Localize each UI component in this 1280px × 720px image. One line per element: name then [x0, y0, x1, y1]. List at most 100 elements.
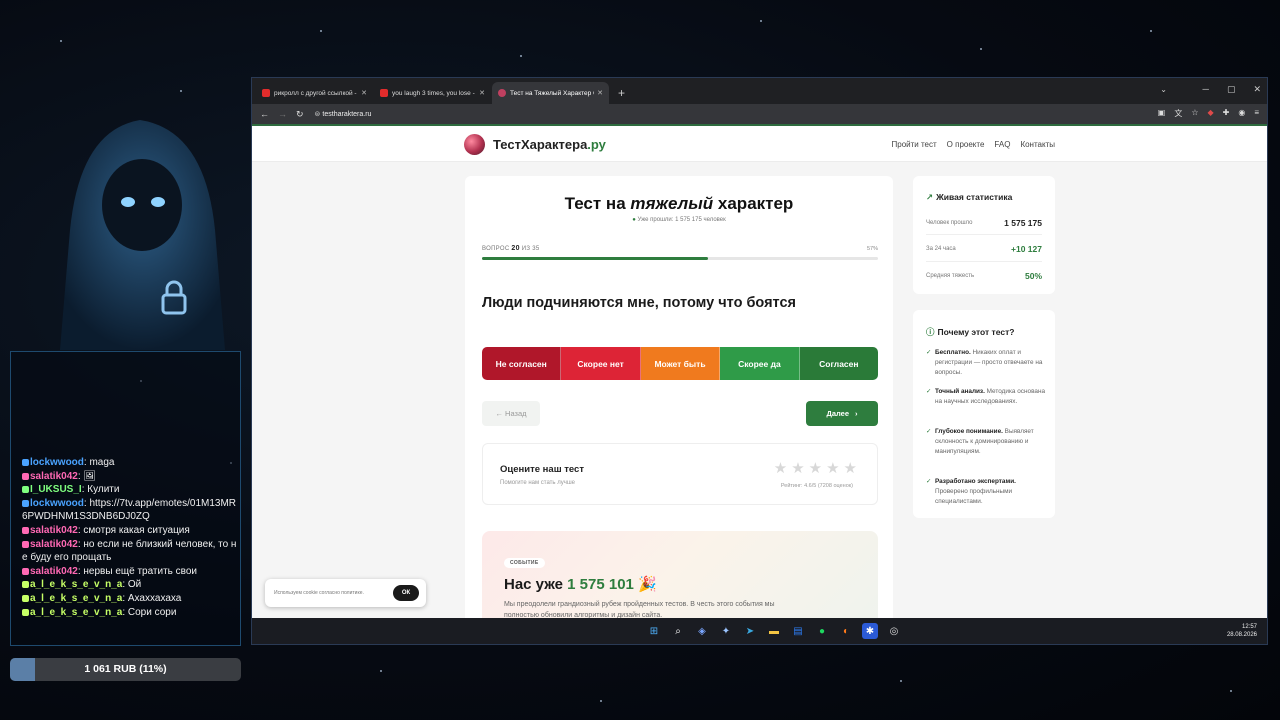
youtube-favicon-icon [380, 89, 388, 97]
logo-text: ТестХарактера.ру [493, 137, 606, 152]
tab-title: рикролл с другой ссылкой - Yo [274, 89, 359, 97]
star-icon[interactable]: ★ [791, 459, 804, 477]
tab-title: Тест на Тяжелый Характер Он [510, 89, 595, 97]
close-tab-icon[interactable]: ✕ [597, 89, 603, 97]
forward-arrow-icon[interactable]: → [278, 109, 287, 119]
chat-message: salatik042: 🖼 [22, 470, 237, 484]
cookie-ok-button[interactable]: ОК [393, 585, 419, 601]
browser-tab-2[interactable]: you laugh 3 times, you lose - Yo ✕ [374, 82, 491, 104]
answer-scale: Не согласен Скорее нет Может быть Скорее… [482, 347, 878, 380]
star-icon[interactable]: ★ [774, 459, 787, 477]
taskbar: ⊞ ⌕ ◈ ✦ ➤ ▬ ▤ ● ◐ ✱ ◎ 12:57 28.08.2026 [252, 618, 1267, 644]
app-icon[interactable]: ◈ [694, 623, 710, 639]
firefox-icon[interactable]: ◐ [838, 623, 854, 639]
chat-nick: salatik042 [30, 538, 78, 550]
why-title: ⓘ Почему этот тест? [926, 327, 1015, 337]
app-icon[interactable]: ✦ [718, 623, 734, 639]
chat-badge-icon [22, 499, 29, 507]
chat-messages: lockwwood: maga salatik042: 🖼 I_UKSUS_I: К… [22, 456, 237, 619]
new-tab-button[interactable]: + [610, 86, 633, 104]
address-bar: ← → ↻ ⊜ testharaktera.ru ▣ 文 ☆ ◆ ✚ ◉ ≡ [252, 104, 1267, 124]
chat-nick: I_UKSUS_I [30, 484, 82, 496]
reload-icon[interactable]: ↻ [296, 109, 304, 120]
browser-icon[interactable]: ◎ [886, 623, 902, 639]
chevron-right-icon: › [855, 409, 858, 418]
site-nav: Пройти тест О проекте FAQ Контакты [892, 140, 1056, 149]
screen-icon[interactable]: ▣ [1158, 108, 1166, 119]
chat-badge-icon [22, 608, 29, 616]
minimize-icon[interactable]: ─ [1203, 84, 1209, 95]
passed-counter: ● Уже прошли: 1 575 175 человек [632, 217, 726, 223]
tab-title: you laugh 3 times, you lose - Yo [392, 89, 477, 97]
chat-message: lockwwood: maga [22, 456, 237, 470]
answer-rather-no-button[interactable]: Скорее нет [561, 347, 641, 380]
why-item: ✓ Глубокое понимание. Выявляет склонность… [926, 428, 1034, 456]
info-icon: ⓘ [926, 327, 935, 337]
progress-bar [482, 257, 878, 260]
menu-icon[interactable]: ≡ [1254, 108, 1259, 119]
folder-icon[interactable]: ▬ [766, 623, 782, 639]
maximize-icon[interactable]: ▢ [1227, 84, 1236, 95]
chat-message: a_l_e_k_s_e_v_n_a: Ахаххахаха [22, 592, 237, 606]
chat-badge-icon [22, 540, 29, 548]
browser-toolbar-icons: ▣ 文 ☆ ◆ ✚ ◉ ≡ [1158, 108, 1259, 119]
chat-nick: a_l_e_k_s_e_v_n_a [30, 579, 123, 591]
taskbar-icons: ⊞ ⌕ ◈ ✦ ➤ ▬ ▤ ● ◐ ✱ ◎ [646, 623, 902, 639]
close-tab-icon[interactable]: ✕ [479, 89, 485, 97]
progress-percent: 57% [866, 246, 878, 252]
star-icon[interactable]: ★ [844, 459, 857, 477]
answer-rather-yes-button[interactable]: Скорее да [720, 347, 800, 380]
spotify-icon[interactable]: ● [814, 623, 830, 639]
answer-agree-button[interactable]: Согласен [799, 347, 878, 380]
extension-icon[interactable]: ◆ [1207, 108, 1213, 119]
next-button[interactable]: Далее › [806, 401, 878, 426]
quiz-card: Тест на тяжелый характер ● Уже прошли: 1… [465, 176, 893, 620]
chat-badge-icon [22, 581, 29, 589]
bookmark-star-icon[interactable]: ☆ [1191, 108, 1198, 119]
profile-icon[interactable]: ◉ [1238, 108, 1245, 119]
rating-stars: ★ ★ ★ ★ ★ [774, 459, 857, 477]
check-icon: ✓ [926, 349, 932, 356]
close-window-icon[interactable]: ✕ [1253, 84, 1261, 95]
star-icon[interactable]: ★ [809, 459, 822, 477]
donation-goal-text: 1 061 RUB (11%) [84, 663, 167, 675]
app-icon[interactable]: ✱ [862, 623, 878, 639]
translate-icon[interactable]: 文 [1174, 108, 1182, 119]
url-field[interactable]: testharaktera.ru [322, 111, 371, 118]
rating-title: Оцените наш тест [500, 464, 584, 475]
rating-subtitle: Помогите нам стать лучше [500, 480, 575, 486]
chat-badge-icon [22, 594, 29, 602]
browser-tab-1[interactable]: рикролл с другой ссылкой - Yo ✕ [256, 82, 373, 104]
nav-link-take-test[interactable]: Пройти тест [892, 140, 937, 149]
app-icon[interactable]: ▤ [790, 623, 806, 639]
chat-message: lockwwood: https://7tv.app/emotes/01M13M… [22, 497, 237, 523]
chat-badge-icon [22, 486, 29, 494]
party-icon: 🎉 [638, 576, 657, 593]
event-banner: СОБЫТИЕ Нас уже 1 575 101 🎉 Мы преодолел… [482, 531, 878, 620]
nav-link-contacts[interactable]: Контакты [1020, 140, 1055, 149]
search-icon[interactable]: ⌕ [670, 623, 686, 639]
windows-start-icon[interactable]: ⊞ [646, 623, 662, 639]
chat-message: salatik042: смотря какая ситуация [22, 524, 237, 538]
chat-text: смотря какая ситуация [83, 524, 190, 536]
streamer-avatar-art [60, 120, 225, 350]
telegram-icon[interactable]: ➤ [742, 623, 758, 639]
site-header: ТестХарактера.ру Пройти тест О проекте F… [252, 124, 1267, 162]
site-info-icon[interactable]: ⊜ [315, 110, 321, 118]
back-arrow-icon[interactable]: ← [260, 109, 269, 119]
star-icon[interactable]: ★ [826, 459, 839, 477]
close-tab-icon[interactable]: ✕ [361, 89, 367, 97]
stat-row: За 24 часа +10 127 [926, 244, 1042, 254]
nav-link-faq[interactable]: FAQ [994, 140, 1010, 149]
back-button[interactable]: ← Назад [482, 401, 540, 426]
chat-text: нервы ещё тратить свои [83, 565, 198, 577]
nav-link-about[interactable]: О проекте [947, 140, 985, 149]
site-logo[interactable]: ТестХарактера.ру [464, 134, 606, 155]
puzzle-extensions-icon[interactable]: ✚ [1223, 108, 1230, 119]
answer-disagree-button[interactable]: Не согласен [482, 347, 562, 380]
tab-search-icon[interactable]: ⌄ [1160, 85, 1167, 94]
answer-maybe-button[interactable]: Может быть [640, 347, 721, 380]
browser-tab-3-active[interactable]: Тест на Тяжелый Характер Он ✕ [492, 82, 609, 104]
check-icon: ✓ [926, 428, 932, 435]
tab-strip: рикролл с другой ссылкой - Yo ✕ you laug… [252, 78, 1267, 104]
